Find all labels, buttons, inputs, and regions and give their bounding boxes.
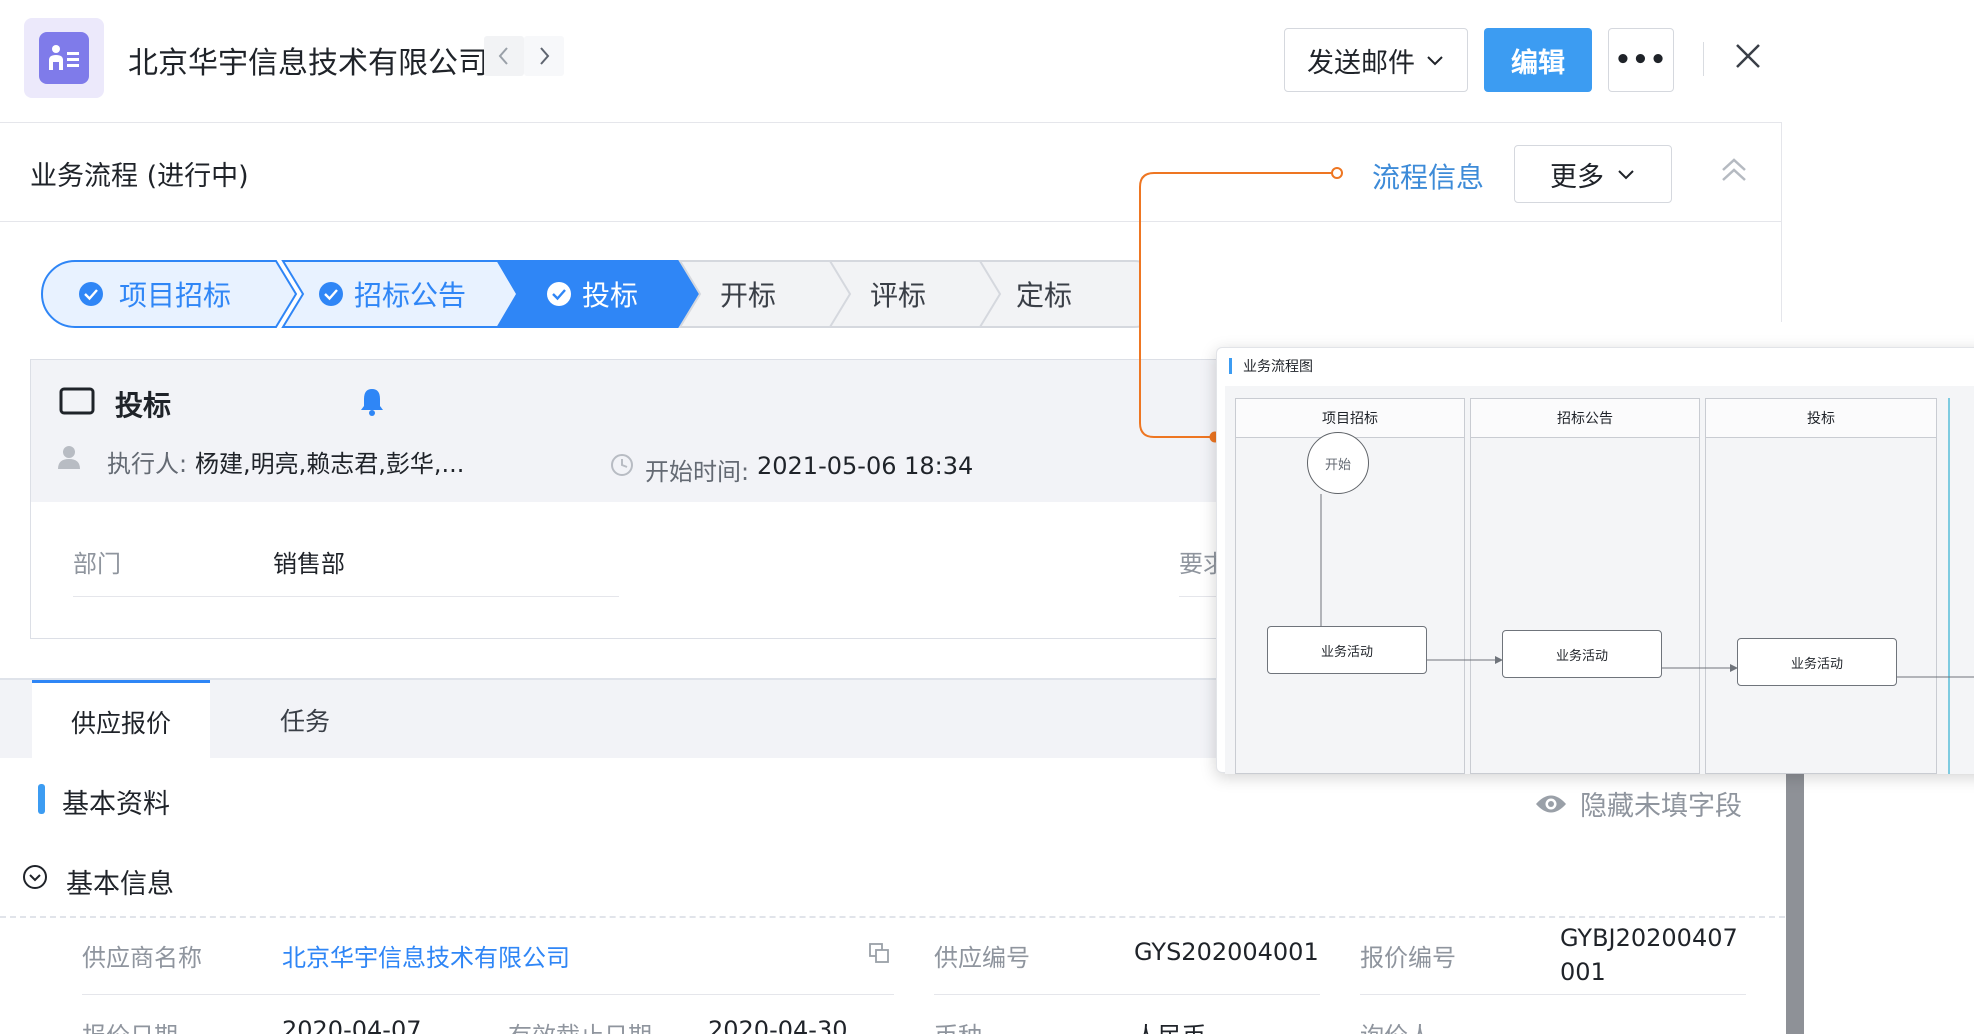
step-label-5[interactable]: 评标: [870, 259, 926, 329]
supplier-name-label: 供应商名称: [82, 944, 202, 972]
flow-diagram-popup: 业务流程图 项目招标 招标公告 投标 开始 业务活动 业务活动 业务活动: [1216, 347, 1974, 774]
currency-label: 币种: [934, 1016, 982, 1034]
task-title: 投标: [115, 389, 172, 422]
basic-info-title: 基本信息: [66, 869, 174, 900]
header-divider: [1703, 42, 1704, 76]
page-header: 北京华宇信息技术有限公司 发送邮件 编辑 •••: [0, 0, 1974, 123]
check-circle-icon: [319, 282, 343, 306]
collapse-up-icon[interactable]: [1719, 155, 1749, 185]
process-divider-line: [0, 221, 1782, 222]
copy-icon[interactable]: [868, 942, 890, 964]
quote-date-value: 2020-04-07: [282, 1016, 422, 1034]
send-mail-label: 发送邮件: [1307, 47, 1415, 79]
supplier-no-label: 供应编号: [934, 944, 1030, 972]
app-icon: [24, 18, 104, 98]
start-time-label: 开始时间:: [645, 458, 750, 486]
flow-info-link[interactable]: 流程信息: [1372, 156, 1484, 196]
field-underline: [1360, 994, 1746, 995]
activity-node-1[interactable]: 业务活动: [1267, 626, 1427, 674]
check-circle-icon: [79, 282, 103, 306]
supplier-name-link[interactable]: 北京华宇信息技术有限公司: [282, 938, 570, 973]
valid-until-value: 2020-04-30: [708, 1016, 848, 1034]
process-more-button[interactable]: 更多: [1514, 145, 1672, 203]
process-more-label: 更多: [1550, 161, 1604, 193]
dashed-divider: [0, 916, 1785, 918]
popup-title: 业务流程图: [1243, 359, 1313, 375]
supplier-no-value: GYS202004001: [1134, 938, 1319, 966]
start-node[interactable]: 开始: [1307, 432, 1369, 494]
close-icon: [1736, 44, 1760, 68]
tab-supply-quote[interactable]: 供应报价: [32, 680, 210, 760]
step-label-1[interactable]: 项目招标: [119, 259, 231, 329]
hide-empty-fields-label: 隐藏未填字段: [1580, 791, 1742, 822]
check-circle-icon: [547, 282, 571, 306]
header-divider-line: [0, 122, 1782, 123]
requirement-label: 要求: [1179, 550, 1219, 578]
more-actions-button[interactable]: •••: [1608, 28, 1674, 92]
executor-value: 杨建,明亮,赖志君,彭华,...: [195, 450, 465, 478]
activity-node-2[interactable]: 业务活动: [1502, 630, 1662, 678]
task-checkbox-icon[interactable]: [59, 386, 95, 416]
flow-canvas: 项目招标 招标公告 投标 开始 业务活动 业务活动 业务活动: [1225, 386, 1974, 774]
quote-no-value-line1: GYBJ20200407: [1560, 924, 1738, 952]
start-time-value: 2021-05-06 18:34: [757, 452, 974, 480]
hide-empty-fields-toggle[interactable]: 隐藏未填字段: [1534, 784, 1742, 823]
quote-no-value-line2: 001: [1560, 958, 1606, 986]
section-title: 基本资料: [62, 789, 170, 820]
department-underline: [73, 596, 619, 597]
step-label-6[interactable]: 定标: [1016, 259, 1072, 329]
chevron-down-icon: [1427, 56, 1443, 66]
activity-node-3[interactable]: 业务活动: [1737, 638, 1897, 686]
close-button[interactable]: [1728, 36, 1768, 76]
previous-record-button[interactable]: [484, 36, 524, 76]
edit-button[interactable]: 编辑: [1484, 28, 1592, 92]
quote-no-label: 报价编号: [1360, 944, 1456, 972]
send-mail-button[interactable]: 发送邮件: [1284, 28, 1468, 92]
step-label-2[interactable]: 招标公告: [354, 259, 466, 329]
quote-date-label: 报价日期: [82, 1016, 178, 1034]
section-accent-bar: [38, 784, 45, 814]
collapse-circle-icon[interactable]: [22, 864, 48, 890]
inquirer-label: 询价人: [1360, 1016, 1432, 1034]
process-steps: 项目招标 招标公告 投标 开标 评标 定标: [40, 259, 1140, 329]
executor-label: 执行人:: [107, 450, 188, 478]
valid-until-label: 有效截止日期: [508, 1016, 652, 1034]
bell-icon[interactable]: [359, 386, 385, 416]
vertical-scrollbar[interactable]: [1786, 770, 1804, 1034]
contact-card-icon: [39, 32, 89, 84]
field-underline: [934, 994, 1320, 995]
step-label-4[interactable]: 开标: [720, 259, 776, 329]
company-title: 北京华宇信息技术有限公司: [128, 46, 488, 81]
department-value: 销售部: [273, 550, 345, 578]
user-icon: [58, 446, 80, 469]
process-title: 业务流程 (进行中): [30, 161, 249, 192]
panel-right-border: [1781, 122, 1782, 322]
step-label-3[interactable]: 投标: [582, 259, 638, 329]
next-record-button[interactable]: [524, 36, 564, 76]
currency-value: 人民币: [1134, 1016, 1206, 1034]
chevron-left-icon: [498, 47, 508, 65]
popup-accent-bar: [1229, 358, 1232, 374]
requirement-underline: [1179, 596, 1221, 597]
chevron-down-icon: [1618, 170, 1634, 180]
department-label: 部门: [73, 550, 121, 578]
chevron-right-icon: [540, 47, 550, 65]
field-underline: [82, 994, 894, 995]
eye-icon: [1536, 795, 1566, 812]
tab-task[interactable]: 任务: [250, 680, 360, 760]
task-card-header: 投标 执行人: 杨建,明亮,赖志君,彭华,... 开始时间: 2021-05-0…: [31, 360, 1219, 502]
clock-icon: [611, 454, 633, 476]
task-card: 投标 执行人: 杨建,明亮,赖志君,彭华,... 开始时间: 2021-05-0…: [30, 359, 1221, 639]
